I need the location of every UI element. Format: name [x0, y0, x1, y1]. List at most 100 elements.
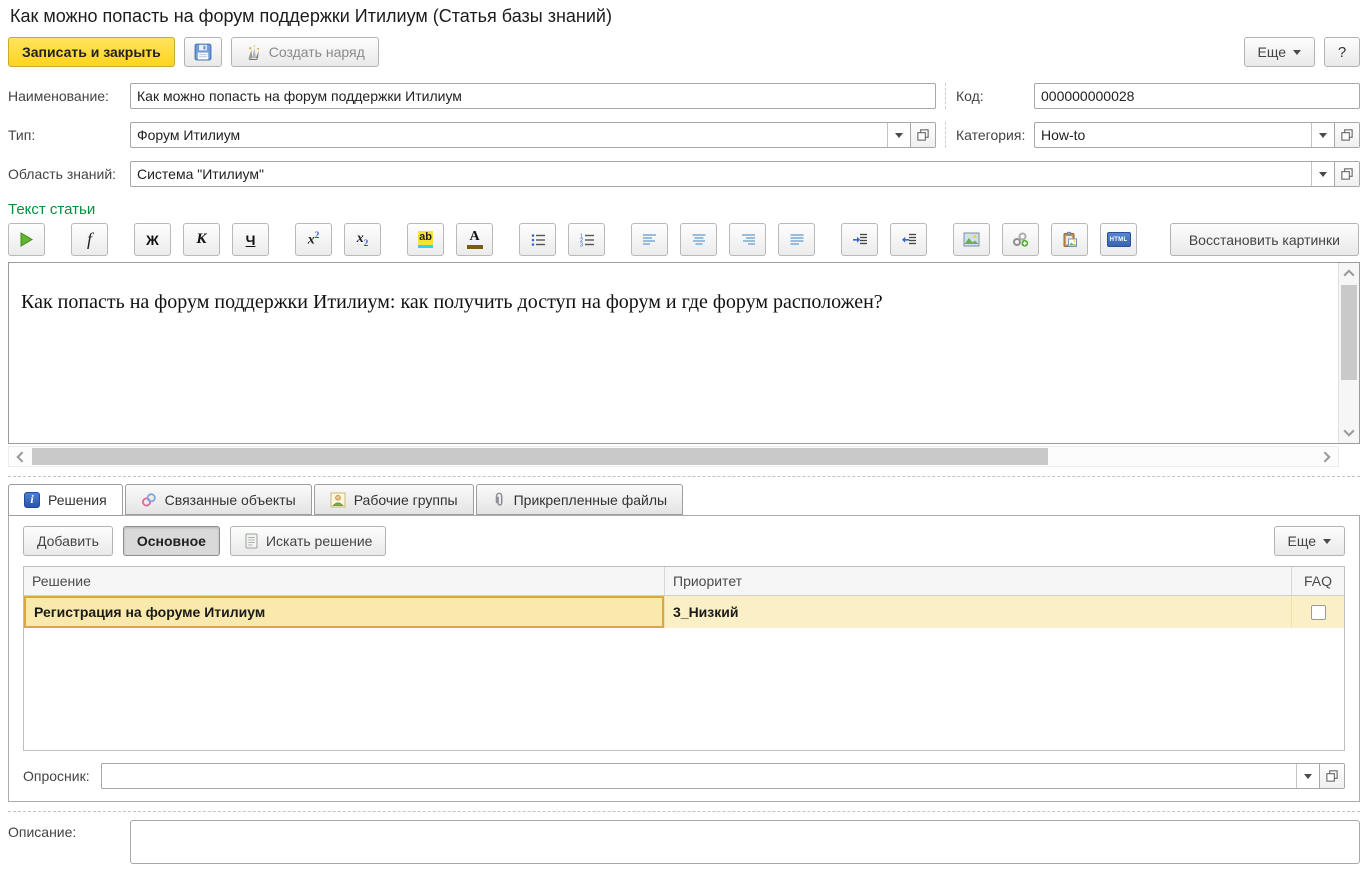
subscript-button[interactable]: x2 [344, 223, 381, 256]
tab-label: Связанные объекты [165, 492, 296, 508]
indent-increase-button[interactable] [841, 223, 878, 256]
editor-vertical-scrollbar[interactable] [1338, 263, 1359, 443]
code-input[interactable] [1034, 83, 1360, 109]
solutions-toolbar: Добавить Основное Искать решение Еще [23, 526, 1345, 556]
knowledge-area-dropdown-button[interactable] [1311, 162, 1334, 186]
category-browse-button[interactable] [1334, 123, 1359, 147]
html-icon: HTML [1107, 232, 1131, 247]
search-solution-button[interactable]: Искать решение [230, 526, 387, 556]
superscript-button[interactable]: x2 [295, 223, 332, 256]
scroll-right-button[interactable] [1316, 447, 1338, 466]
highlight-icon: ab [418, 231, 433, 247]
column-header-faq[interactable]: FAQ [1291, 567, 1344, 595]
solutions-table: Решение Приоритет FAQ Регистрация на фор… [23, 566, 1345, 751]
save-and-close-button[interactable]: Записать и закрыть [8, 37, 175, 67]
solution-cell[interactable]: Регистрация на форуме Итилиум [24, 596, 664, 628]
restore-pictures-button[interactable]: Восстановить картинки [1170, 223, 1359, 256]
tab-bar: i Решения Связанные объекты Рабочие груп… [8, 484, 1360, 515]
tab-label: Прикрепленные файлы [514, 492, 667, 508]
add-button[interactable]: Добавить [23, 526, 113, 556]
save-button[interactable] [184, 37, 222, 67]
description-row: Описание: [8, 820, 1360, 864]
scroll-left-button[interactable] [9, 447, 31, 466]
type-dropdown-button[interactable] [887, 123, 910, 147]
editor-horizontal-scrollbar[interactable] [8, 446, 1339, 467]
field-row-type-category: Тип: Форум Итилиум Категория: How-to [8, 122, 1360, 148]
header-fields: Наименование: Код: Тип: Форум Итилиум Ка… [8, 83, 1360, 187]
name-input[interactable] [130, 83, 936, 109]
bulleted-list-icon [530, 232, 546, 248]
knowledge-area-browse-button[interactable] [1334, 162, 1359, 186]
solutions-table-empty-area[interactable] [24, 628, 1344, 750]
description-textarea[interactable] [130, 820, 1360, 864]
field-row-name-code: Наименование: Код: [8, 83, 1360, 109]
knowledge-area-combo-value[interactable]: Система "Итилиум" [131, 162, 1311, 186]
create-order-icon [245, 44, 262, 61]
horizontal-scrollbar-thumb[interactable] [32, 448, 1048, 465]
font-color-button[interactable]: A [456, 223, 493, 256]
document-icon [244, 533, 259, 549]
solutions-table-header: Решение Приоритет FAQ [24, 567, 1344, 596]
justify-button[interactable] [778, 223, 815, 256]
more-button[interactable]: Еще [1244, 37, 1316, 67]
bold-button[interactable]: Ж [134, 223, 171, 256]
preview-button[interactable] [8, 223, 45, 256]
create-order-button[interactable]: Создать наряд [231, 37, 379, 67]
search-solution-label: Искать решение [266, 533, 373, 549]
align-left-button[interactable] [631, 223, 668, 256]
questionnaire-combo-value[interactable] [102, 764, 1296, 788]
section-divider [8, 811, 1360, 812]
browse-icon [1340, 128, 1354, 142]
fields-divider [945, 83, 946, 109]
workgroup-person-icon [330, 492, 346, 508]
align-center-button[interactable] [680, 223, 717, 256]
align-right-button[interactable] [729, 223, 766, 256]
numbered-list-button[interactable]: 123 [568, 223, 605, 256]
paste-image-icon [1061, 231, 1078, 248]
article-section-title: Текст статьи [8, 201, 1360, 218]
insert-link-button[interactable] [1002, 223, 1039, 256]
tab-workgroups[interactable]: Рабочие группы [314, 484, 474, 515]
insert-image-button[interactable] [953, 223, 990, 256]
underline-button[interactable]: Ч [232, 223, 269, 256]
subscript-icon: x2 [357, 231, 369, 248]
underline-icon: Ч [246, 232, 256, 248]
formula-button[interactable]: f [71, 223, 108, 256]
solutions-table-row[interactable]: Регистрация на форуме Итилиум 3_Низкий [24, 596, 1344, 628]
chevron-down-icon [895, 133, 903, 138]
help-button[interactable]: ? [1324, 37, 1360, 67]
type-browse-button[interactable] [910, 123, 935, 147]
tab-attached-files[interactable]: Прикрепленные файлы [476, 484, 683, 515]
numbered-list-icon: 123 [579, 232, 595, 248]
questionnaire-browse-button[interactable] [1319, 764, 1344, 788]
scroll-down-button[interactable] [1339, 423, 1359, 443]
tab-solutions[interactable]: i Решения [8, 484, 123, 516]
bulleted-list-button[interactable] [519, 223, 556, 256]
faq-checkbox[interactable] [1311, 605, 1326, 620]
section-divider [8, 476, 1360, 477]
article-text[interactable]: Как попасть на форум поддержки Итилиум: … [9, 263, 1359, 315]
column-header-solution[interactable]: Решение [24, 567, 664, 595]
bold-icon: Ж [146, 232, 159, 248]
tab-linked-objects[interactable]: Связанные объекты [125, 484, 312, 515]
scroll-up-button[interactable] [1339, 263, 1359, 283]
type-combo-value[interactable]: Форум Итилиум [131, 123, 887, 147]
faq-cell[interactable] [1291, 596, 1344, 628]
category-dropdown-button[interactable] [1311, 123, 1334, 147]
chevron-down-icon [1293, 50, 1301, 55]
priority-cell[interactable]: 3_Низкий [664, 596, 1291, 628]
indent-decrease-button[interactable] [890, 223, 927, 256]
solutions-panel: Добавить Основное Искать решение Еще Реш… [8, 515, 1360, 802]
column-header-priority[interactable]: Приоритет [664, 567, 1291, 595]
questionnaire-dropdown-button[interactable] [1296, 764, 1319, 788]
main-toggle-button[interactable]: Основное [123, 526, 220, 556]
solutions-more-button[interactable]: Еще [1274, 526, 1346, 556]
vertical-scrollbar-thumb[interactable] [1341, 285, 1357, 380]
article-editor[interactable]: Как попасть на форум поддержки Итилиум: … [8, 262, 1360, 444]
italic-button[interactable]: К [183, 223, 220, 256]
paste-image-button[interactable] [1051, 223, 1088, 256]
html-source-button[interactable]: HTML [1100, 223, 1137, 256]
category-combo-value[interactable]: How-to [1035, 123, 1311, 147]
chevron-down-icon [1319, 133, 1327, 138]
highlight-button[interactable]: ab [407, 223, 444, 256]
